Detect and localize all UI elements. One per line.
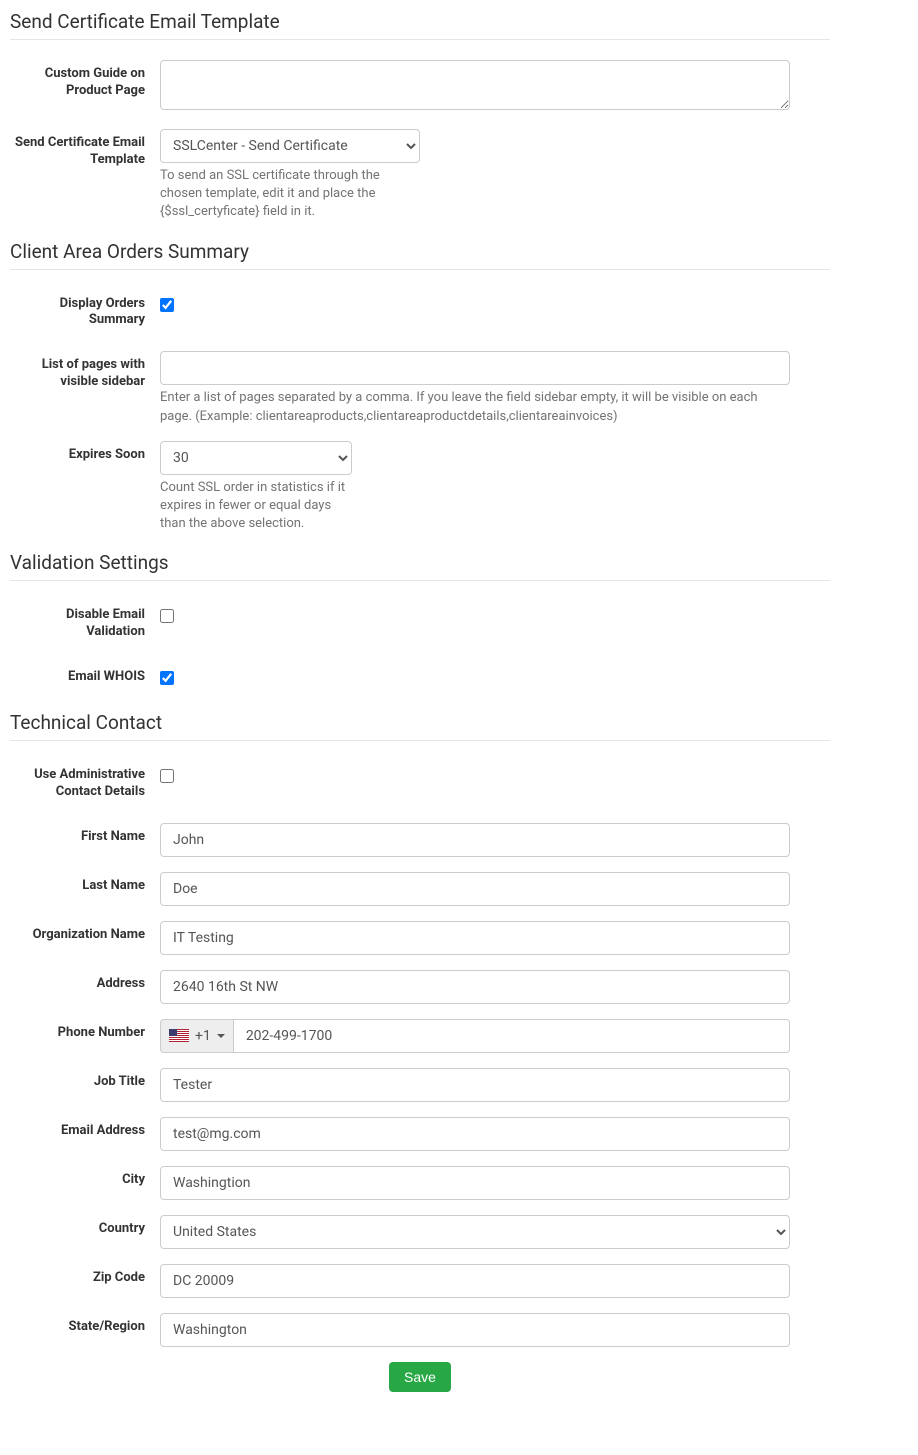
display-orders-label: Display Orders Summary [10,290,160,330]
custom-guide-label: Custom Guide on Product Page [10,60,160,114]
display-orders-checkbox[interactable] [160,298,174,312]
chevron-down-icon [217,1034,225,1038]
use-admin-checkbox[interactable] [160,769,174,783]
save-button[interactable]: Save [389,1362,451,1392]
first-name-input[interactable] [160,823,790,857]
disable-email-label: Disable Email Validation [10,601,160,641]
email-address-label: Email Address [10,1117,160,1151]
phone-label: Phone Number [10,1019,160,1053]
section-title-orders: Client Area Orders Summary [10,240,830,270]
pages-sidebar-label: List of pages with visible sidebar [10,351,160,425]
expires-soon-label: Expires Soon [10,441,160,534]
phone-country-selector[interactable]: +1 [160,1019,233,1053]
job-title-input[interactable] [160,1068,790,1102]
email-address-input[interactable] [160,1117,790,1151]
city-label: City [10,1166,160,1200]
address-input[interactable] [160,970,790,1004]
pages-sidebar-help: Enter a list of pages separated by a com… [160,389,790,425]
email-template-select[interactable]: SSLCenter - Send Certificate [160,129,420,163]
country-select[interactable]: United States [160,1215,790,1249]
org-name-label: Organization Name [10,921,160,955]
last-name-input[interactable] [160,872,790,906]
last-name-label: Last Name [10,872,160,906]
first-name-label: First Name [10,823,160,857]
flag-us-icon [169,1029,189,1042]
job-title-label: Job Title [10,1068,160,1102]
zip-label: Zip Code [10,1264,160,1298]
email-template-help: To send an SSL certificate through the c… [160,167,420,222]
disable-email-checkbox[interactable] [160,609,174,623]
use-admin-label: Use Administrative Contact Details [10,761,160,801]
state-input[interactable] [160,1313,790,1347]
phone-prefix-text: +1 [195,1028,211,1044]
city-input[interactable] [160,1166,790,1200]
email-whois-label: Email WHOIS [10,663,160,689]
address-label: Address [10,970,160,1004]
expires-soon-help: Count SSL order in statistics if it expi… [160,479,360,534]
section-title-validation: Validation Settings [10,551,830,581]
expires-soon-select[interactable]: 30 [160,441,352,475]
custom-guide-textarea[interactable] [160,60,790,110]
org-name-input[interactable] [160,921,790,955]
email-whois-checkbox[interactable] [160,671,174,685]
zip-input[interactable] [160,1264,790,1298]
state-label: State/Region [10,1313,160,1347]
pages-sidebar-input[interactable] [160,351,790,385]
section-title-certificate: Send Certificate Email Template [10,10,830,40]
email-template-label: Send Certificate Email Template [10,129,160,222]
country-label: Country [10,1215,160,1249]
phone-input[interactable] [233,1019,790,1053]
section-title-tech: Technical Contact [10,711,830,741]
